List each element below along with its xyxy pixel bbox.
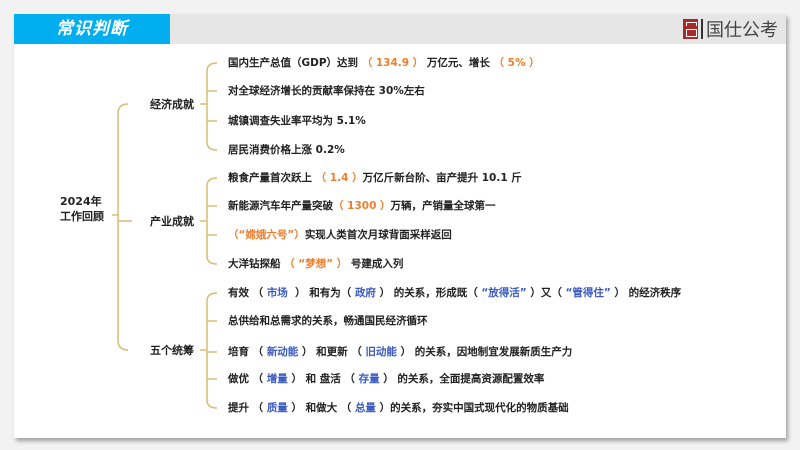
mindmap-item: 有效 （ 市场 ） 和有为（ 政府 ） 的关系，形成既（ “放得活” ）又（ “… [228,285,681,300]
item-text: ） 的经济秩序 [610,287,682,299]
highlight-answer: 增量 [266,373,288,385]
item-text: ）的关系，夯实中国式现代化的物质基础 [375,402,569,414]
highlight-answer: 市场 [266,287,288,299]
item-text: ） 的关系，因地制宜发展新质生产力 [396,346,573,358]
mindmap-item: 国内生产总值（GDP）达到 （ 134.9 ） 万亿元、增长 （ 5% ） [228,55,540,70]
mindmap-item: 提升 （ 质量 ） 和做大 （ 总量 ）的关系，夯实中国式现代化的物质基础 [228,400,569,415]
item-text: 提升 （ [228,402,267,414]
item-text: 对全球经济增长的贡献率保持在 30%左右 [228,85,425,97]
item-text: 新能源汽车年产量突破 [228,200,333,212]
item-text: ） 和更新 （ [298,346,366,358]
highlight-answer: 总量 [354,402,376,414]
item-text: 居民消费价格上涨 0.2% [228,144,345,156]
highlight-answer: 旧动能 [365,346,397,358]
highlight-answer: “放得活” [481,287,527,299]
item-text: 实现人类首次月球背面采样返回 [304,229,452,241]
highlight-answer: （“嫦娥六号”） [228,229,305,241]
item-text: ） 和有为（ [287,287,355,299]
item-text: 号建成入列 [347,258,404,270]
highlight-answer: 存量 [358,373,380,385]
item-text: ） 的关系，全面提高资源配置效率 [379,373,545,385]
highlight-answer: （ 1.4 ） [315,172,363,184]
item-text: 粮食产量首次跃上 [228,172,316,184]
item-text: 国内生产总值（GDP）达到 [228,57,362,69]
item-text: 有效 （ [228,287,267,299]
highlight-answer: 新动能 [266,346,299,358]
branch-bracket [200,177,218,265]
item-text: ） 的关系，形成既（ [375,287,482,299]
item-text: 总供给和总需求的关系，畅通国民经济循环 [228,315,428,327]
highlight-answer: （ 1300 ） [333,200,391,212]
mindmap-item: 居民消费价格上涨 0.2% [228,142,345,157]
mindmap-item: 粮食产量首次跃上 （ 1.4 ）万亿斤新台阶、亩产提升 10.1 斤 [228,170,522,185]
mindmap-item: 对全球经济增长的贡献率保持在 30%左右 [228,83,425,98]
mindmap-item: （“嫦娥六号”）实现人类首次月球背面采样返回 [228,227,452,242]
item-text: 城镇调查失业率平均为 5.1% [228,115,366,127]
item-text: ） 和做大 （ [287,402,355,414]
branch-bracket [200,292,218,409]
item-text: 万亿斤新台阶、亩产提升 10.1 斤 [362,172,522,184]
branch-label: 经济成就 [150,98,194,111]
item-text: 万亿元、增长 [423,57,494,69]
highlight-answer: （ 134.9 ） [361,57,424,69]
branch-label: 五个统筹 [150,344,194,357]
highlight-answer: 政府 [354,287,376,299]
item-text: 做优 （ [228,373,267,385]
item-text: 培育 （ [228,346,267,358]
highlight-answer: 质量 [266,402,288,414]
mindmap-item: 城镇调查失业率平均为 5.1% [228,113,366,128]
item-text: ）又（ [526,287,566,299]
item-text: 万辆，产销量全球第一 [390,200,496,212]
branch-bracket [200,62,218,151]
branch-label: 产业成就 [150,215,194,228]
mindmap-item: 大洋钻探船 （ “梦想” ） 号建成入列 [228,256,403,271]
item-text: ） 和 盘活 （ [287,373,359,385]
item-text: 大洋钻探船 [228,258,285,270]
highlight-answer: “管得住” [565,287,611,299]
mindmap-item: 培育 （ 新动能 ） 和更新 （ 旧动能 ） 的关系，因地制宜发展新质生产力 [228,344,572,359]
highlight-answer: （ “梦想” ） [284,258,348,270]
mindmap-item: 做优 （ 增量 ） 和 盘活 （ 存量 ） 的关系，全面提高资源配置效率 [228,371,544,386]
mindmap-item: 新能源汽车年产量突破（ 1300 ）万辆，产销量全球第一 [228,198,496,213]
mindmap-root: 2024年工作回顾 [60,195,104,223]
root-bracket [112,103,132,351]
highlight-answer: （ 5% ） [493,57,540,69]
mindmap-item: 总供给和总需求的关系，畅通国民经济循环 [228,313,428,328]
